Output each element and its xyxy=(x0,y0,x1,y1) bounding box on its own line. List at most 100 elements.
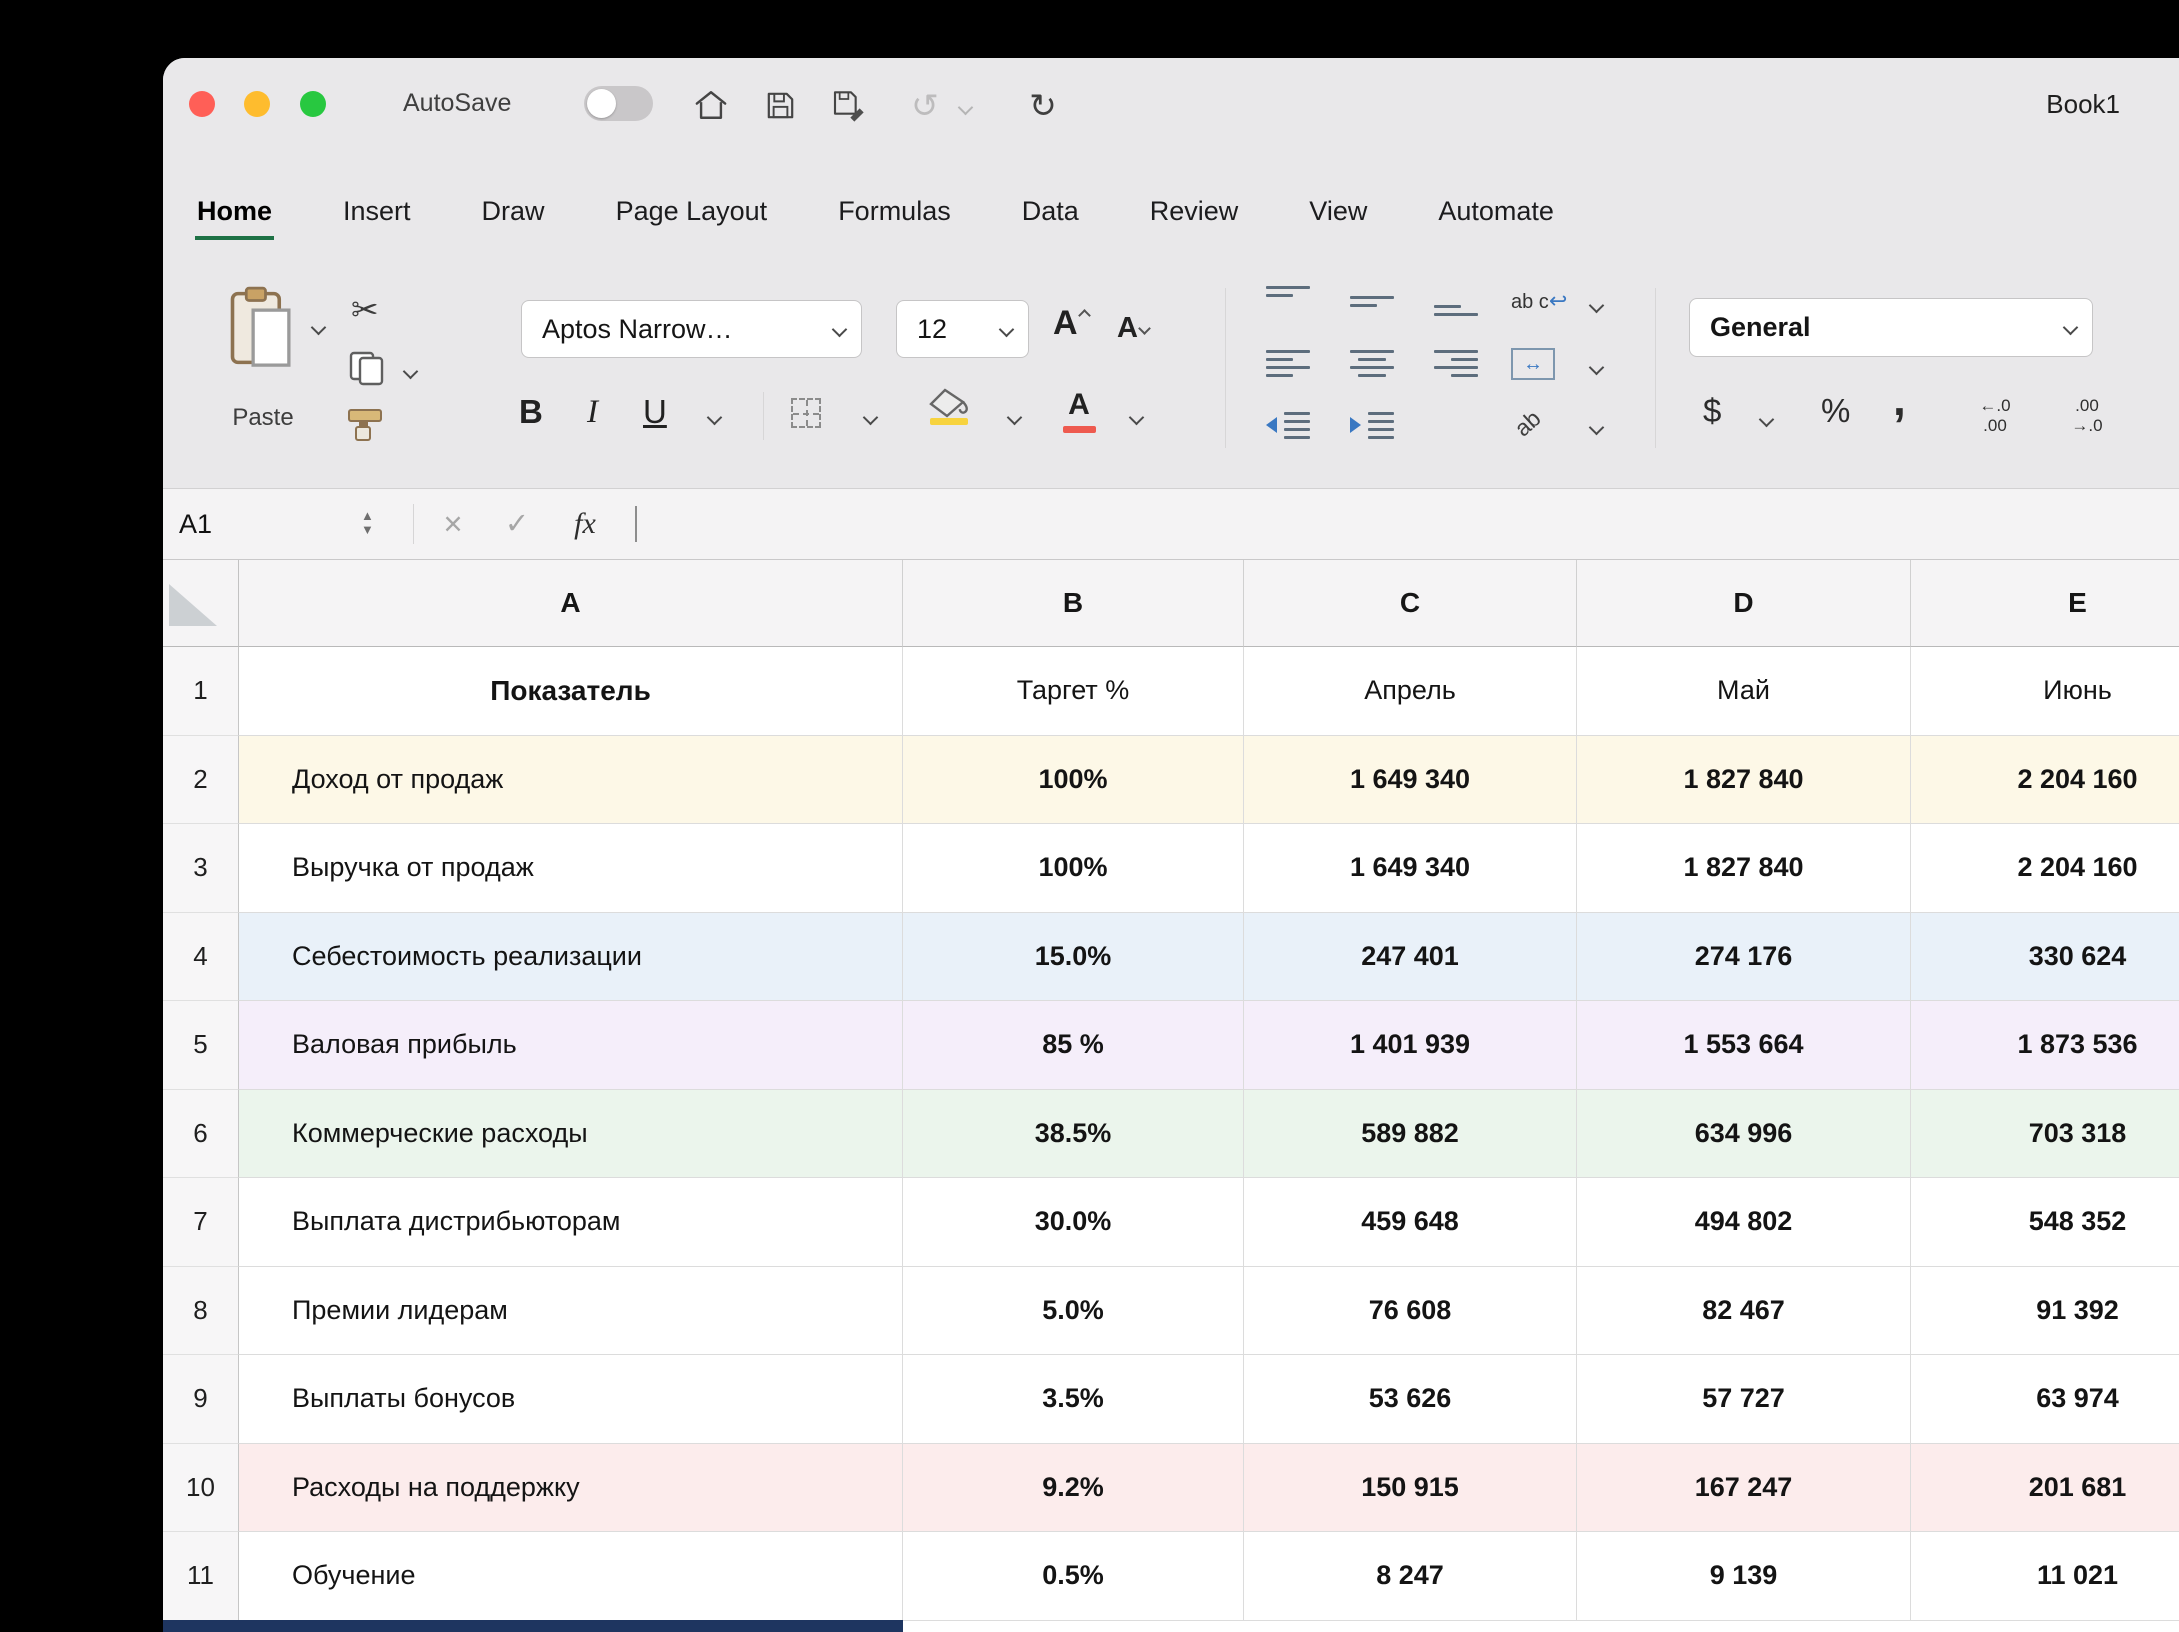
save-icon[interactable] xyxy=(760,85,800,125)
fill-color-chevron-icon[interactable] xyxy=(1009,410,1020,428)
cell-D8[interactable]: 82 467 xyxy=(1577,1267,1911,1356)
tab-page-layout[interactable]: Page Layout xyxy=(614,196,770,240)
align-middle-icon[interactable] xyxy=(1350,286,1394,316)
cell-A11[interactable]: Обучение xyxy=(239,1532,903,1621)
cell-A6[interactable]: Коммерческие расходы xyxy=(239,1090,903,1179)
wrap-text-chevron-icon[interactable] xyxy=(1591,298,1602,316)
percent-format-button[interactable]: % xyxy=(1821,392,1850,430)
row-number-2[interactable]: 2 xyxy=(163,736,239,825)
tab-formulas[interactable]: Formulas xyxy=(836,196,953,240)
cell-A10[interactable]: Расходы на поддержку xyxy=(239,1444,903,1533)
cell-E6[interactable]: 703 318 xyxy=(1911,1090,2179,1179)
row-number-4[interactable]: 4 xyxy=(163,913,239,1002)
cell-E11[interactable]: 11 021 xyxy=(1911,1532,2179,1621)
column-header-C[interactable]: C xyxy=(1244,560,1577,647)
cell-E3[interactable]: 2 204 160 xyxy=(1911,824,2179,913)
cell-D4[interactable]: 274 176 xyxy=(1577,913,1911,1002)
align-center-icon[interactable] xyxy=(1350,348,1394,378)
font-size-select[interactable]: 12 xyxy=(896,300,1029,358)
cell-C2[interactable]: 1 649 340 xyxy=(1244,736,1577,825)
cell-C8[interactable]: 76 608 xyxy=(1244,1267,1577,1356)
cell-A4[interactable]: Себестоимость реализации xyxy=(239,913,903,1002)
font-name-select[interactable]: Aptos Narrow… xyxy=(521,300,862,358)
autosave-toggle[interactable] xyxy=(584,86,653,121)
row-number-9[interactable]: 9 xyxy=(163,1355,239,1444)
row-number-10[interactable]: 10 xyxy=(163,1444,239,1533)
cell-D7[interactable]: 494 802 xyxy=(1577,1178,1911,1267)
cell-C10[interactable]: 150 915 xyxy=(1244,1444,1577,1533)
decrease-indent-icon[interactable] xyxy=(1266,410,1310,440)
cell-E8[interactable]: 91 392 xyxy=(1911,1267,2179,1356)
row-number-1[interactable]: 1 xyxy=(163,647,239,736)
cut-icon[interactable]: ✂ xyxy=(351,290,379,329)
cell-D2[interactable]: 1 827 840 xyxy=(1577,736,1911,825)
cell-B11[interactable]: 0.5% xyxy=(903,1532,1244,1621)
row-number-7[interactable]: 7 xyxy=(163,1178,239,1267)
cell-B7[interactable]: 30.0% xyxy=(903,1178,1244,1267)
increase-font-size-button[interactable]: A xyxy=(1053,304,1087,343)
cell-B1[interactable]: Таргет % xyxy=(903,647,1244,736)
zoom-window-button[interactable] xyxy=(300,91,326,117)
cell-C1[interactable]: Апрель xyxy=(1244,647,1577,736)
fill-color-icon[interactable] xyxy=(929,388,969,423)
cell-D6[interactable]: 634 996 xyxy=(1577,1090,1911,1179)
cell-E7[interactable]: 548 352 xyxy=(1911,1178,2179,1267)
cell-B4[interactable]: 15.0% xyxy=(903,913,1244,1002)
font-color-icon[interactable]: A xyxy=(1061,388,1097,422)
cell-E9[interactable]: 63 974 xyxy=(1911,1355,2179,1444)
underline-dropdown-chevron-icon[interactable] xyxy=(709,410,720,428)
increase-indent-icon[interactable] xyxy=(1350,410,1394,440)
column-header-D[interactable]: D xyxy=(1577,560,1911,647)
cell-B5[interactable]: 85 % xyxy=(903,1001,1244,1090)
copy-dropdown-chevron-icon[interactable] xyxy=(405,364,416,382)
cell-B3[interactable]: 100% xyxy=(903,824,1244,913)
paste-dropdown-chevron-icon[interactable] xyxy=(313,320,324,338)
decrease-decimal-icon[interactable]: .00→.0 xyxy=(2051,396,2123,436)
tab-review[interactable]: Review xyxy=(1148,196,1241,240)
row-number-5[interactable]: 5 xyxy=(163,1001,239,1090)
increase-decimal-icon[interactable]: ←.0.00 xyxy=(1959,396,2031,436)
comma-format-button[interactable]: , xyxy=(1893,372,1906,426)
align-right-icon[interactable] xyxy=(1434,348,1478,378)
cell-E4[interactable]: 330 624 xyxy=(1911,913,2179,1002)
column-header-B[interactable]: B xyxy=(903,560,1244,647)
cell-D1[interactable]: Май xyxy=(1577,647,1911,736)
close-window-button[interactable] xyxy=(189,91,215,117)
bold-button[interactable]: B xyxy=(519,390,543,434)
align-left-icon[interactable] xyxy=(1266,348,1310,378)
cell-C4[interactable]: 247 401 xyxy=(1244,913,1577,1002)
cell-D5[interactable]: 1 553 664 xyxy=(1577,1001,1911,1090)
row-number-8[interactable]: 8 xyxy=(163,1267,239,1356)
cell-D11[interactable]: 9 139 xyxy=(1577,1532,1911,1621)
tab-automate[interactable]: Automate xyxy=(1436,196,1556,240)
cell-A5[interactable]: Валовая прибыль xyxy=(239,1001,903,1090)
name-box-stepper[interactable]: ▲▼ xyxy=(361,509,374,537)
save-as-icon[interactable] xyxy=(829,85,869,125)
cell-B8[interactable]: 5.0% xyxy=(903,1267,1244,1356)
cell-B10[interactable]: 9.2% xyxy=(903,1444,1244,1533)
decrease-font-size-button[interactable]: A xyxy=(1117,312,1147,345)
currency-format-button[interactable]: $ xyxy=(1703,392,1721,430)
paste-button[interactable]: Paste xyxy=(203,404,323,432)
column-header-A[interactable]: A xyxy=(239,560,903,647)
cell-C6[interactable]: 589 882 xyxy=(1244,1090,1577,1179)
cell-A3[interactable]: Выручка от продаж xyxy=(239,824,903,913)
minimize-window-button[interactable] xyxy=(244,91,270,117)
cell-C7[interactable]: 459 648 xyxy=(1244,1178,1577,1267)
tab-home[interactable]: Home xyxy=(195,196,274,240)
cell-A7[interactable]: Выплата дистрибьюторам xyxy=(239,1178,903,1267)
format-painter-icon[interactable] xyxy=(347,406,391,447)
cell-A2[interactable]: Доход от продаж xyxy=(239,736,903,825)
column-header-E[interactable]: E xyxy=(1911,560,2179,647)
merge-center-icon[interactable]: ↔ xyxy=(1511,348,1555,380)
row-number-3[interactable]: 3 xyxy=(163,824,239,913)
name-box[interactable]: A1 xyxy=(179,489,212,559)
cell-E2[interactable]: 2 204 160 xyxy=(1911,736,2179,825)
cell-B6[interactable]: 38.5% xyxy=(903,1090,1244,1179)
align-top-icon[interactable] xyxy=(1266,286,1310,316)
row-number-11[interactable]: 11 xyxy=(163,1532,239,1621)
redo-icon[interactable]: ↻ xyxy=(1023,85,1063,125)
tab-draw[interactable]: Draw xyxy=(480,196,547,240)
cell-A8[interactable]: Премии лидерам xyxy=(239,1267,903,1356)
cell-B9[interactable]: 3.5% xyxy=(903,1355,1244,1444)
